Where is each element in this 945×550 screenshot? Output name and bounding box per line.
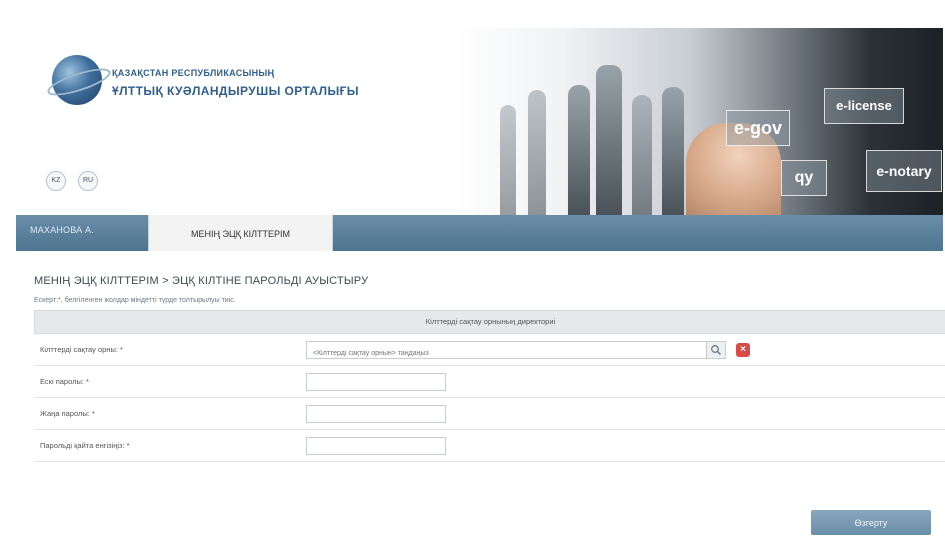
banner-person — [568, 85, 590, 215]
storage-label: Кілттерді сақтау орны: * — [40, 345, 123, 354]
old-password-input[interactable] — [307, 377, 445, 394]
form-row-confirm-password: Парольді қайта енгізіңіз: * — [34, 430, 945, 462]
old-password-wrapper — [306, 373, 446, 394]
section-header: Кілттерді сақтау орнының директориі — [34, 310, 945, 334]
confirm-password-wrapper — [306, 437, 446, 458]
banner-person — [596, 65, 622, 215]
confirm-password-input[interactable] — [307, 441, 445, 458]
form-row-old-password: Ескі паролы: * — [34, 366, 945, 398]
site-header: ҚАЗАҚСТАН РЕСПУБЛИКАСЫНЫҢ ҰЛТТЫҚ КУӘЛАНД… — [16, 0, 943, 215]
header-banner-image: e-gov e-license e-notary qy — [456, 28, 943, 215]
banner-badge-enotary: e-notary — [866, 150, 942, 192]
lang-ru-button[interactable]: RU — [78, 171, 98, 191]
storage-location-input[interactable] — [307, 345, 707, 362]
password-change-form: Кілттерді сақтау орнының директориі Кілт… — [34, 310, 945, 462]
form-row-new-password: Жаңа паролы: * — [34, 398, 945, 430]
new-password-wrapper — [306, 405, 446, 426]
new-password-label: Жаңа паролы: * — [40, 409, 95, 418]
lang-kz-button[interactable]: KZ — [46, 171, 66, 191]
tab-user[interactable]: МАХАНОВА А. — [30, 225, 94, 235]
globe-logo-icon — [52, 55, 102, 105]
form-row-storage: Кілттерді сақтау орны: * × — [34, 334, 945, 366]
org-name-line1: ҚАЗАҚСТАН РЕСПУБЛИКАСЫНЫҢ — [112, 68, 275, 78]
banner-badge-partial: qy — [781, 160, 827, 196]
required-fields-note: Ескерт:*, белгіленген жолдар міндетті тү… — [34, 297, 236, 304]
org-name-line2: ҰЛТТЫҚ КУӘЛАНДЫРУШЫ ОРТАЛЫҒЫ — [112, 84, 359, 98]
change-password-button[interactable]: Өзгерту — [811, 510, 931, 535]
old-password-label: Ескі паролы: * — [40, 377, 89, 386]
banner-badge-egov: e-gov — [726, 110, 790, 146]
banner-person — [662, 87, 684, 215]
banner-person — [500, 105, 516, 215]
clear-storage-button[interactable]: × — [736, 343, 750, 357]
page-frame: ҚАЗАҚСТАН РЕСПУБЛИКАСЫНЫҢ ҰЛТТЫҚ КУӘЛАНД… — [16, 0, 945, 550]
storage-field-wrapper — [306, 341, 708, 362]
confirm-password-label: Парольді қайта енгізіңіз: * — [40, 441, 130, 450]
storage-search-button[interactable] — [706, 341, 726, 359]
banner-person — [528, 90, 546, 215]
page-title: МЕНІҢ ЭЦҚ КІЛТТЕРІМ > ЭЦҚ КІЛТІНЕ ПАРОЛЬ… — [34, 275, 369, 287]
banner-badge-elicense: e-license — [824, 88, 904, 124]
tab-my-keys[interactable]: МЕНІҢ ЭЦҚ КІЛТТЕРІМ — [148, 215, 333, 251]
banner-person — [632, 95, 652, 215]
tab-bar: МАХАНОВА А. МЕНІҢ ЭЦҚ КІЛТТЕРІМ — [16, 215, 943, 251]
tab-my-keys-label: МЕНІҢ ЭЦҚ КІЛТТЕРІМ — [190, 229, 291, 239]
new-password-input[interactable] — [307, 409, 445, 426]
close-icon: × — [740, 344, 746, 355]
search-icon — [711, 345, 722, 356]
